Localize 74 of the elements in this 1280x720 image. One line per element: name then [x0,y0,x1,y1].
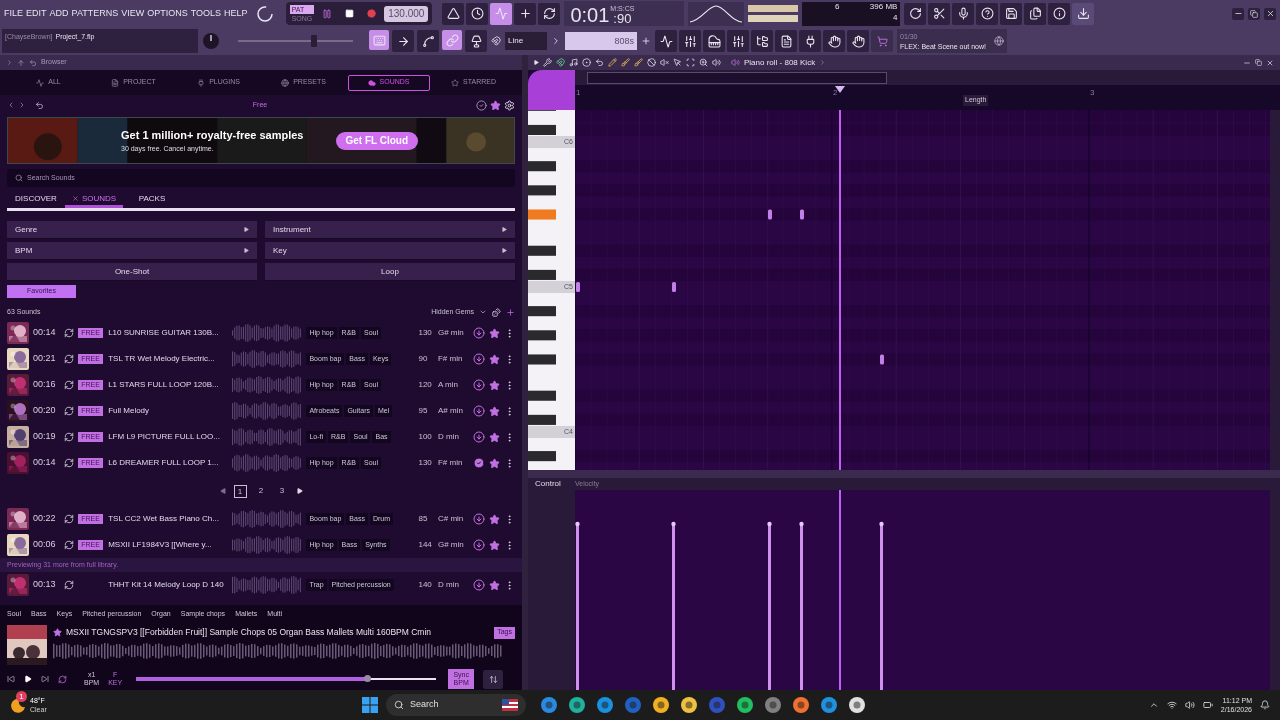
sound-key: D min [437,431,469,443]
search-placeholder: Search [410,698,440,712]
menu-item[interactable]: TOOLS [190,6,222,21]
sound-key: F# min [437,353,469,365]
sound-duration: 00:14 [33,456,57,470]
sound-duration: 00:19 [33,430,57,444]
sound-key: G# min [437,539,469,551]
menu-item[interactable]: OPTIONS [147,6,188,21]
sound-key: A min [437,379,469,391]
sound-key: A# min [437,405,469,417]
sound-title[interactable]: MSXII LF1984V3 [[Where y... [108,539,229,551]
page-button[interactable]: 1 [233,484,247,498]
sound-duration: 00:14 [33,326,57,340]
sound-title[interactable]: Full Melody [108,405,229,417]
sound-title[interactable]: L1 STARS FULL LOOP 120B... [108,379,229,391]
sound-bpm: 130 [418,327,433,339]
snap-selector[interactable]: Line [505,32,547,50]
sound-duration: 00:20 [33,404,57,418]
menu-item[interactable]: PATTERNS [71,6,119,21]
filter-tab[interactable]: SOUNDS [65,192,123,205]
sample-title: MSXII TGNGSPV3 [[Forbidden Fruit]] Sample Chops 05 Organ Bass Mallets Multi 160BPM Cmin [66,626,432,639]
sound-title[interactable]: L10 SUNRISE GUITAR 130B... [108,327,229,339]
notification-badge: 1 [16,691,27,702]
pattern-selector[interactable]: 808s [565,32,637,50]
sound-title[interactable]: L6 DREAMER FULL LOOP 1... [108,457,229,469]
sound-duration: 00:21 [33,352,57,366]
sound-key: F# min [437,457,469,469]
sound-bpm: 85 [418,513,429,525]
sound-bpm: 130 [418,457,433,469]
song-time: 0:01 [570,4,610,26]
bar-number: 3 [1090,87,1095,99]
menu-item[interactable]: ADD [49,6,69,21]
filter-tab[interactable]: DISCOVER [7,192,65,205]
sound-key: D min [437,579,469,591]
filter-dropdown[interactable]: BPM [7,242,257,260]
sound-bpm: 144 [418,539,433,551]
tempo-field[interactable]: 130.000 [384,5,429,22]
type-toggle[interactable]: Loop [265,263,515,281]
page-button[interactable]: 3 [275,484,289,498]
sound-bpm: 120 [418,379,433,391]
filter-dropdown[interactable]: Key [265,242,515,260]
sound-bpm: 95 [418,405,429,417]
sound-title[interactable]: TSL TR Wet Melody Electric... [108,353,229,365]
window-title: Piano roll - 808 Kick [744,56,816,69]
sound-bpm: 140 [418,579,433,591]
sound-duration: 00:16 [33,378,57,392]
sound-title[interactable]: THHT Kit 14 Melody Loop D 140 [108,579,229,591]
type-toggle[interactable]: One-Shot [7,263,257,281]
polyphony-reading: 4 [892,11,898,24]
menu-item[interactable]: EDIT [26,6,47,21]
sound-duration: 00:22 [33,512,57,526]
cpu-reading: 6 [833,1,840,13]
filter-tab[interactable]: PACKS [123,192,181,205]
taskbar-search[interactable]: Search [386,694,526,716]
sound-title[interactable]: TSL CC2 Wet Bass Piano Ch... [108,513,229,525]
filter-dropdown[interactable]: Instrument [265,221,515,239]
filter-dropdown[interactable]: Genre [7,221,257,239]
sound-key: G# min [437,327,469,339]
sound-duration: 00:06 [33,538,57,552]
control-label[interactable]: Control [528,478,575,490]
menu-item[interactable]: HELP [224,6,248,21]
sound-key: C# min [437,513,469,525]
memory-reading: 396 MB [869,1,898,12]
bar-number: 1 [576,87,581,99]
time-fraction: :90 [613,12,632,26]
sound-title[interactable]: LFM L9 PICTURE FULL LOO... [108,431,229,443]
sound-bpm: 90 [418,353,429,365]
menu-item[interactable]: VIEW [121,6,145,21]
bar-number: 2 [833,87,838,99]
page-button[interactable]: 2 [254,484,268,498]
sound-duration: 00:13 [33,578,57,592]
menu-item[interactable]: FILE [4,6,23,21]
sound-bpm: 100 [418,431,433,443]
banner-title: Get 1 million+ royalty-free samples [121,128,304,143]
